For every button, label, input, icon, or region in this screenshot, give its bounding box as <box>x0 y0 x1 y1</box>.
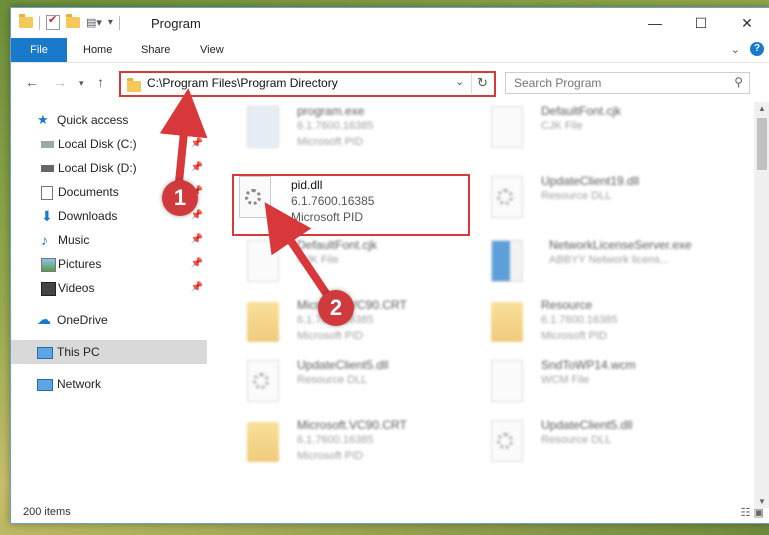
annotation-arrows <box>159 88 336 305</box>
step-1-badge: 1 <box>162 180 198 216</box>
step-2-badge: 2 <box>318 290 354 326</box>
arrow-2 <box>264 202 336 305</box>
